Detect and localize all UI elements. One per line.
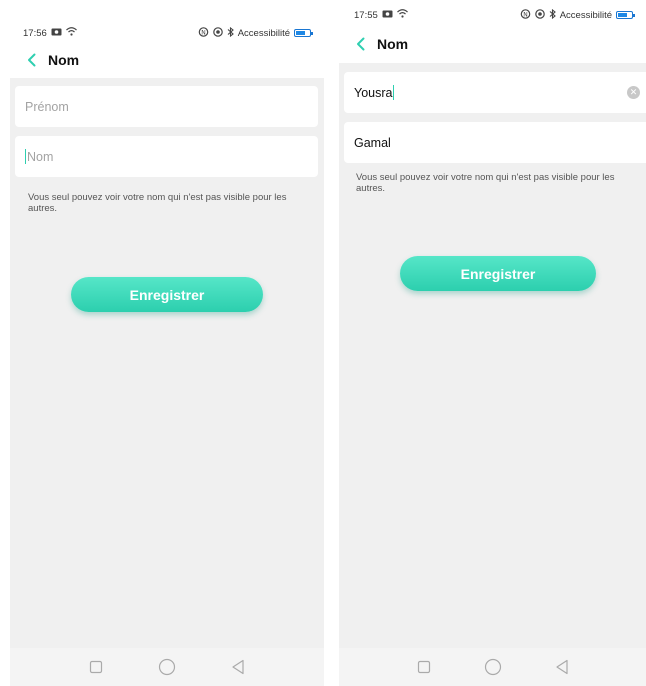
phone-screen-filled: 17:55 N Accessibilité Nom Yousra ✕ Gamal… (339, 0, 646, 686)
status-time: 17:55 (354, 9, 378, 21)
app-header: Nom (339, 29, 646, 59)
text-cursor (393, 85, 395, 100)
back-triangle-icon[interactable] (551, 656, 573, 678)
last-name-value: Gamal (354, 135, 391, 150)
last-name-field[interactable]: Nom (15, 136, 318, 177)
first-name-field[interactable]: Prénom (15, 86, 318, 127)
last-name-placeholder: Nom (27, 149, 54, 164)
wifi-icon (396, 9, 408, 21)
first-name-placeholder: Prénom (25, 99, 69, 114)
first-name-value: Yousra (354, 85, 393, 100)
eye-comfort-icon (212, 26, 223, 40)
recents-square-icon[interactable] (85, 656, 107, 678)
page-title: Nom (48, 52, 80, 68)
bluetooth-icon (227, 26, 234, 40)
back-triangle-icon[interactable] (227, 656, 249, 678)
battery-icon (616, 11, 635, 19)
chevron-left-icon[interactable] (22, 50, 40, 70)
status-time: 17:56 (23, 27, 47, 39)
phone-screen-empty: 17:56 N Accessibilité Nom Prénom Nom Vou… (10, 10, 324, 686)
navigation-bar (10, 648, 324, 686)
nfc-icon: N (520, 8, 531, 22)
last-name-field[interactable]: Gamal (344, 122, 646, 163)
bluetooth-icon (549, 8, 556, 22)
screenshot-icon (382, 10, 393, 21)
status-bar: 17:56 N Accessibilité (10, 20, 324, 46)
content-area: Prénom Nom Vous seul pouvez voir votre n… (10, 78, 324, 648)
save-button[interactable]: Enregistrer (71, 277, 263, 312)
content-area: Yousra ✕ Gamal Vous seul pouvez voir vot… (339, 63, 646, 648)
clear-circle-icon[interactable]: ✕ (627, 86, 640, 99)
chevron-left-icon[interactable] (351, 34, 369, 54)
accessibility-label: Accessibilité (559, 9, 612, 21)
privacy-hint: Vous seul pouvez voir votre nom qui n'es… (28, 192, 287, 214)
screenshot-icon (51, 28, 62, 39)
nfc-icon: N (198, 26, 209, 40)
app-header: Nom (10, 45, 324, 75)
svg-text:N: N (201, 29, 206, 36)
home-circle-icon[interactable] (156, 656, 178, 678)
eye-comfort-icon (534, 8, 545, 22)
accessibility-label: Accessibilité (237, 27, 290, 39)
wifi-icon (65, 27, 77, 39)
text-cursor (25, 149, 26, 164)
privacy-hint: Vous seul pouvez voir votre nom qui n'es… (356, 172, 615, 194)
navigation-bar (339, 648, 646, 686)
save-button[interactable]: Enregistrer (400, 256, 596, 291)
home-circle-icon[interactable] (482, 656, 504, 678)
svg-text:N: N (523, 11, 528, 18)
status-bar: 17:55 N Accessibilité (339, 2, 646, 28)
battery-icon (294, 29, 313, 37)
first-name-field[interactable]: Yousra ✕ (344, 72, 646, 113)
page-title: Nom (377, 36, 409, 52)
recents-square-icon[interactable] (413, 656, 435, 678)
